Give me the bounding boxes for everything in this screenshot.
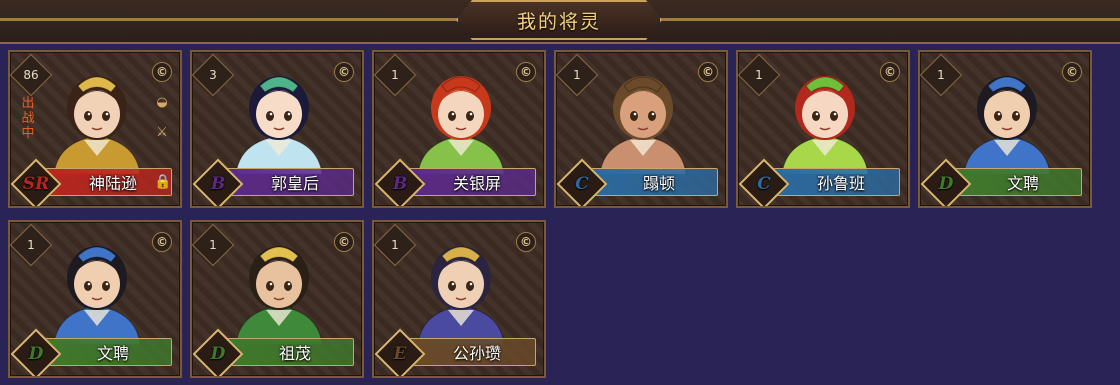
character-portrait [781, 76, 869, 174]
general-name: 公孙瓒 [452, 344, 501, 363]
grade-letter: D [938, 174, 954, 194]
banner-rail-right [660, 18, 1120, 21]
coin-icon[interactable]: © [152, 62, 172, 82]
character-portrait [417, 246, 505, 344]
general-name: 关银屏 [452, 174, 501, 193]
sword-icon[interactable]: ⚔ [152, 122, 172, 142]
coin-icon[interactable]: © [516, 62, 536, 82]
coin-icon[interactable]: © [334, 62, 354, 82]
general-name: 文聘 [1006, 174, 1039, 193]
character-portrait [235, 76, 323, 174]
general-card[interactable]: 1 © 祖茂 D [190, 220, 364, 378]
coin-icon[interactable]: © [334, 232, 354, 252]
deployed-status: 出战中 [21, 96, 35, 141]
grade-letter: C [757, 174, 771, 194]
general-name: 祖茂 [278, 344, 311, 363]
grade-letter: E [393, 344, 407, 364]
lock-icon[interactable]: 🔒 [154, 172, 172, 192]
level-value: 1 [573, 68, 581, 82]
character-portrait [53, 76, 141, 174]
general-card[interactable]: 1 © 公孙瓒 E [372, 220, 546, 378]
level-value: 1 [391, 238, 399, 252]
page-title: 我的将灵 [516, 10, 601, 33]
coin-icon[interactable]: © [152, 232, 172, 252]
character-portrait [417, 76, 505, 174]
title-plate: 我的将灵 [456, 0, 662, 40]
grade-letter: B [210, 174, 226, 194]
grade-letter: SR [22, 174, 50, 194]
banner-rail-left [0, 18, 458, 21]
level-value: 1 [755, 68, 763, 82]
character-portrait [235, 246, 323, 344]
general-name: 郭皇后 [270, 174, 319, 193]
general-card[interactable]: 1 © 孙鲁班 C [736, 50, 910, 208]
character-portrait [53, 246, 141, 344]
general-spirit-grid: 86 © ◒ ⚔ 出战中神陆逊 SR 🔒 3 © 郭皇后 B 1 © 关银屏 B 1 © 蹋顿 C 1 © 孙鲁班 C 1 © 文… [8, 50, 1092, 378]
coin-icon[interactable]: © [698, 62, 718, 82]
general-name: 蹋顿 [642, 174, 675, 193]
grade-letter: C [575, 174, 589, 194]
character-portrait [963, 76, 1051, 174]
level-value: 1 [209, 238, 217, 252]
coin-icon[interactable]: © [516, 232, 536, 252]
bowl-icon[interactable]: ◒ [152, 92, 172, 112]
general-name: 神陆逊 [88, 174, 137, 193]
level-value: 1 [937, 68, 945, 82]
level-value: 1 [27, 238, 35, 252]
coin-icon[interactable]: © [880, 62, 900, 82]
general-card[interactable]: 3 © 郭皇后 B [190, 50, 364, 208]
general-card[interactable]: 1 © 蹋顿 C [554, 50, 728, 208]
general-name: 文聘 [96, 344, 129, 363]
grade-letter: B [392, 174, 408, 194]
general-card[interactable]: 1 © 文聘 D [918, 50, 1092, 208]
general-card[interactable]: 1 © 关银屏 B [372, 50, 546, 208]
level-value: 1 [391, 68, 399, 82]
level-value: 86 [23, 68, 39, 82]
grade-letter: D [28, 344, 44, 364]
grade-letter: D [210, 344, 226, 364]
general-name: 孙鲁班 [816, 174, 865, 193]
coin-icon[interactable]: © [1062, 62, 1082, 82]
level-value: 3 [209, 68, 217, 82]
general-card[interactable]: 86 © ◒ ⚔ 出战中神陆逊 SR 🔒 [8, 50, 182, 208]
general-card[interactable]: 1 © 文聘 D [8, 220, 182, 378]
character-portrait [599, 76, 687, 174]
